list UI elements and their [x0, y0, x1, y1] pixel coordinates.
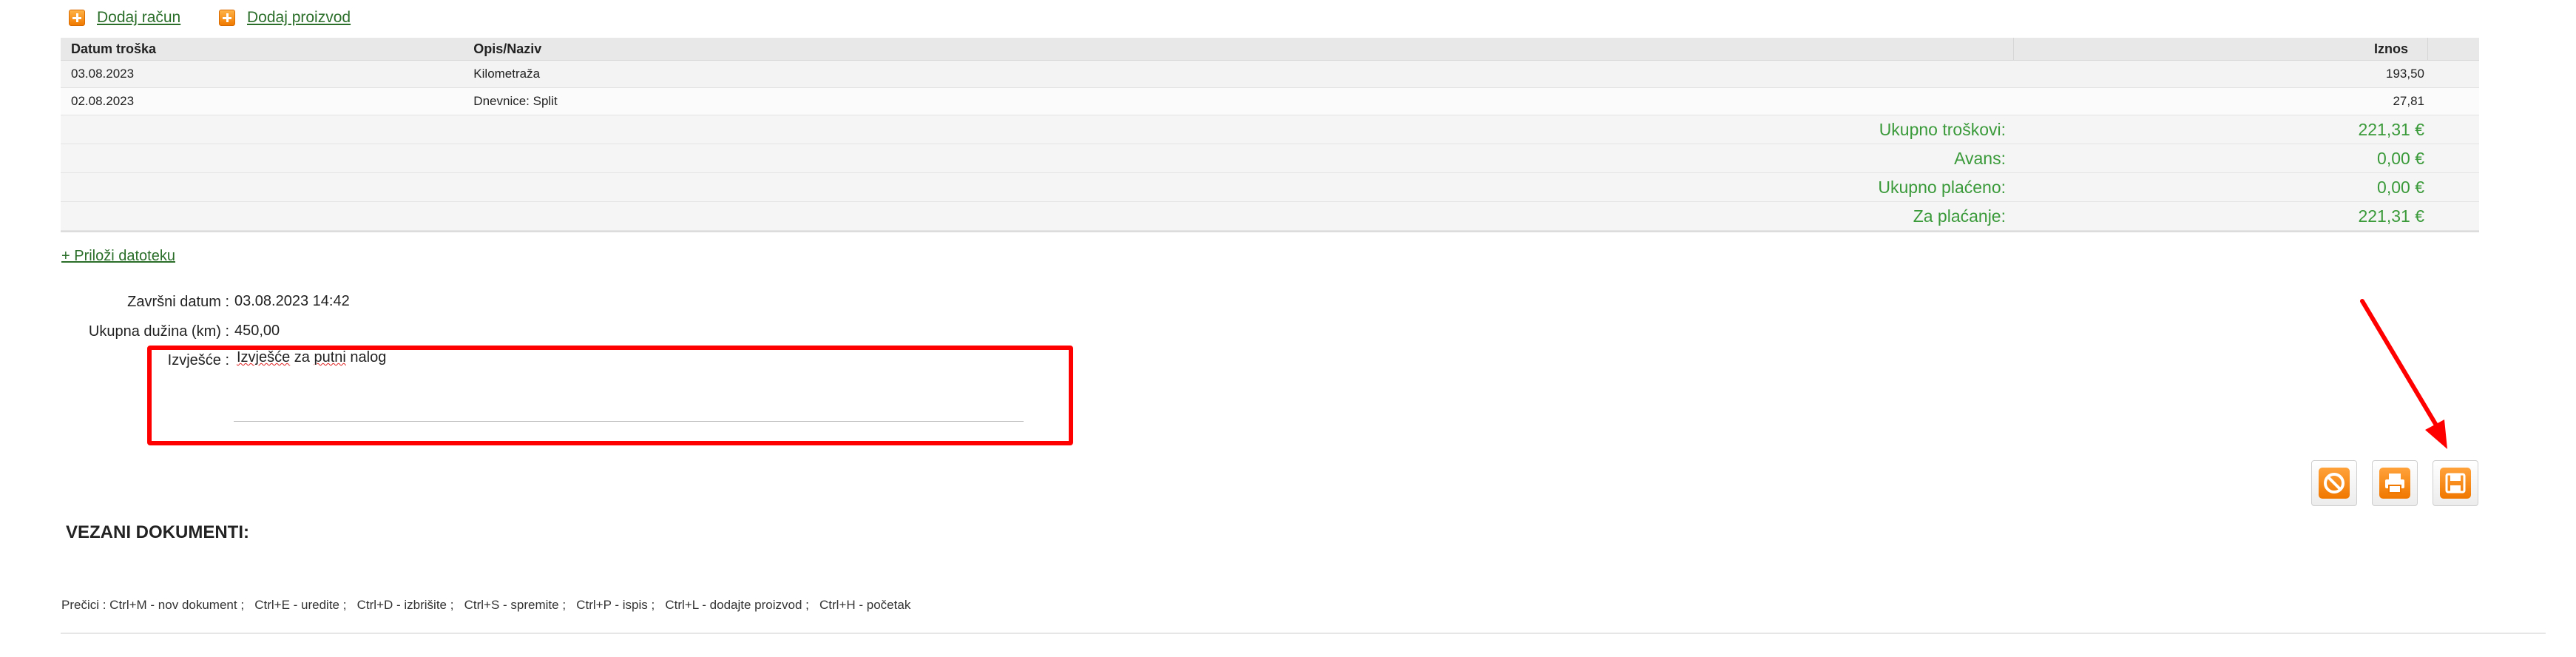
add-invoice-link[interactable]: Dodaj račun	[69, 9, 180, 27]
column-divider	[2427, 38, 2428, 60]
header-description[interactable]: Opis/Naziv	[473, 41, 2057, 57]
related-docs-title: VEZANI DOKUMENTI:	[66, 522, 249, 542]
print-icon	[2379, 468, 2410, 499]
plus-icon	[219, 10, 235, 26]
summary-total-costs: Ukupno troškovi: 221,31 €	[61, 115, 2479, 144]
save-button[interactable]	[2433, 460, 2478, 506]
arrow-shaft	[2360, 299, 2442, 434]
summary-label: Ukupno troškovi:	[1879, 119, 2006, 139]
row-date: 03.08.2023	[71, 67, 135, 81]
summary-block: Ukupno troškovi: 221,31 € Avans: 0,00 € …	[61, 115, 2479, 231]
summary-value: 221,31 €	[2358, 206, 2424, 226]
table-body: 03.08.2023 Kilometraža 193,50 02.08.2023…	[61, 61, 2479, 115]
summary-label: Avans:	[1954, 148, 2006, 168]
summary-label: Ukupno plaćeno:	[1878, 177, 2006, 197]
end-date-value: 03.08.2023 14:42	[234, 293, 350, 309]
row-description: Dnevnice: Split	[473, 94, 558, 108]
summary-value: 221,31 €	[2358, 119, 2424, 139]
add-product-link[interactable]: Dodaj proizvod	[219, 9, 351, 27]
summary-value: 0,00 €	[2377, 148, 2424, 168]
row-amount: 27,81	[2393, 94, 2424, 108]
length-label: Ukupna dužina (km) :	[88, 323, 229, 340]
row-amount: 193,50	[2386, 67, 2424, 81]
table-row[interactable]: 02.08.2023 Dnevnice: Split 27,81	[61, 88, 2479, 115]
arrow-annotation	[2360, 299, 2447, 449]
summary-advance: Avans: 0,00 €	[61, 144, 2479, 173]
header-date[interactable]: Datum troška	[61, 41, 473, 57]
costs-table: Datum troška Opis/Naziv Iznos 03.08.2023…	[61, 38, 2479, 232]
column-divider	[2013, 38, 2014, 60]
table-row[interactable]: 03.08.2023 Kilometraža 193,50	[61, 61, 2479, 88]
attach-file-link[interactable]: + Priloži datoteku	[61, 248, 175, 265]
summary-value: 0,00 €	[2377, 177, 2424, 197]
add-product-label[interactable]: Dodaj proizvod	[247, 9, 351, 27]
keyboard-shortcuts: Prečici : Ctrl+M - nov dokument ; Ctrl+E…	[61, 598, 911, 612]
summary-to-pay: Za plaćanje: 221,31 €	[61, 202, 2479, 231]
row-description: Kilometraža	[473, 67, 541, 81]
arrow-head	[2425, 420, 2447, 449]
length-value: 450,00	[234, 323, 280, 339]
summary-total-paid: Ukupno plaćeno: 0,00 €	[61, 173, 2479, 202]
save-icon	[2440, 468, 2471, 499]
summary-label: Za plaćanje:	[1913, 206, 2006, 226]
row-date: 02.08.2023	[71, 94, 135, 108]
header-amount[interactable]: Iznos	[2058, 41, 2480, 57]
highlight-box	[147, 346, 1073, 445]
plus-icon	[69, 10, 85, 26]
end-date-label: Završni datum :	[127, 294, 229, 310]
footer-divider	[61, 633, 2546, 634]
print-button[interactable]	[2372, 460, 2418, 506]
cancel-button[interactable]	[2311, 460, 2357, 506]
table-header: Datum troška Opis/Naziv Iznos	[61, 38, 2479, 61]
add-invoice-label[interactable]: Dodaj račun	[97, 9, 180, 27]
cancel-icon	[2319, 468, 2350, 499]
